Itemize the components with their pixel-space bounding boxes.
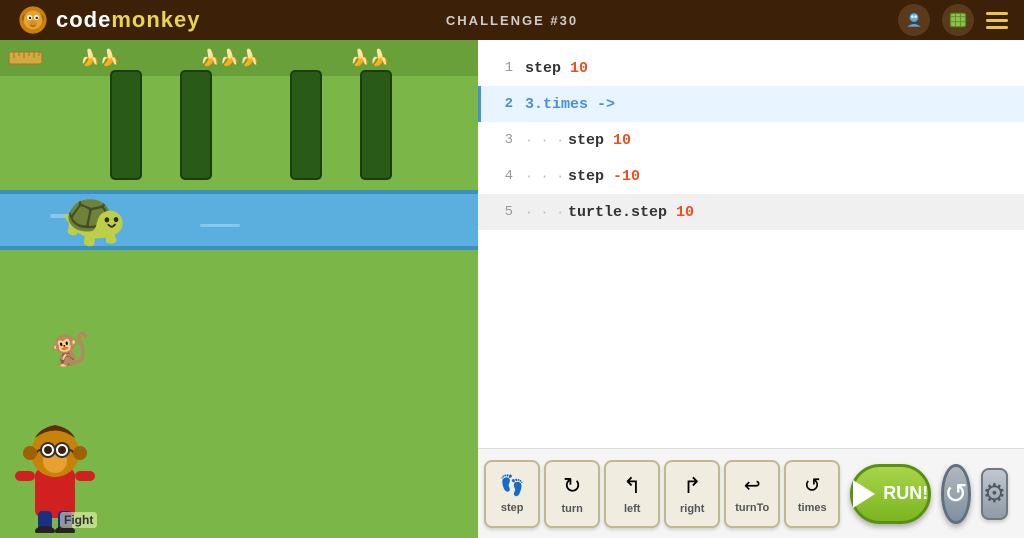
main-content: 🍌🍌 🍌🍌🍌 🍌🍌 🐢 🐒 [0,40,1024,538]
banana-cluster-left: 🍌🍌 [80,48,120,68]
right-icon: ↱ [683,473,701,499]
indent-dots-3: · · · [525,133,564,148]
run-button[interactable]: RUN! [850,464,931,524]
logo-code: code [56,7,111,32]
step-label: step [501,502,524,514]
banana-cluster-right: 🍌🍌 [350,48,390,68]
tree-3 [290,70,322,180]
reset-icon: ↺ [944,477,967,510]
code-line-3[interactable]: 3 · · · step 10 [478,122,1024,158]
left-button[interactable]: ↰ left [604,460,660,528]
avatar-button[interactable] [898,4,930,36]
code-content-2: 3.times -> [525,96,615,113]
code-line-5[interactable]: 5 · · · turtle.step 10 [478,194,1024,230]
right-label: right [680,503,704,515]
monkey-small-sprite: 🐒 [50,330,90,368]
game-panel: 🍌🍌 🍌🍌🍌 🍌🍌 🐢 🐒 [0,40,478,538]
kw-times: 3.times [525,96,597,113]
banana-cluster-center: 🍌🍌🍌 [200,48,260,68]
code-content-1: step 10 [525,60,588,77]
code-content-4: step -10 [568,168,640,185]
line-num-5: 5 [489,204,513,220]
map-button[interactable] [942,4,974,36]
kw-num-5: 10 [676,204,694,221]
fight-label: Fight [60,512,97,528]
left-label: left [624,503,641,515]
gear-icon: ⚙ [983,478,1006,509]
times-label: times [798,502,827,514]
logo-monkey-icon [16,3,50,37]
run-label: RUN! [883,483,928,504]
times-icon: ↺ [804,473,821,498]
bottom-toolbar: 👣 step ↻ turn ↰ left ↱ right ↩ tu [478,448,1024,538]
logo-text: codemonkey [56,7,201,33]
code-panel: 1 step 10 2 3.times -> 3 · · · step 10 [478,40,1024,538]
step-button[interactable]: 👣 step [484,460,540,528]
line-num-4: 4 [489,168,513,184]
menu-line-3 [986,26,1008,29]
indent-dots-5: · · · [525,205,564,220]
challenge-title: CHALLENGE #30 [446,13,578,28]
kw-num-3: 10 [613,132,631,149]
tree-1 [110,70,142,180]
command-buttons: 👣 step ↻ turn ↰ left ↱ right ↩ tu [484,460,840,528]
tree-4 [360,70,392,180]
kw-arrow: -> [597,96,615,113]
ruler-icon [8,49,43,67]
line-num-2: 2 [489,96,513,112]
reset-button[interactable]: ↺ [941,464,970,524]
header-right [898,4,1008,36]
play-triangle-icon [853,480,875,508]
left-icon: ↰ [623,473,641,499]
right-button[interactable]: ↱ right [664,460,720,528]
menu-line-2 [986,19,1008,22]
kw-num-1: 10 [570,60,588,77]
line-num-1: 1 [489,60,513,76]
kw-neg-4: -10 [613,168,640,185]
code-content-5: turtle.step 10 [568,204,694,221]
turn-button[interactable]: ↻ turn [544,460,600,528]
logo-monkey-text: monkey [111,7,200,32]
code-line-2[interactable]: 2 3.times -> [478,86,1024,122]
turnto-button[interactable]: ↩ turnTo [724,460,780,528]
code-line-1[interactable]: 1 step 10 [478,50,1024,86]
kw-step-4: step [568,168,613,185]
turn-icon: ↻ [563,473,581,499]
code-editor: 1 step 10 2 3.times -> 3 · · · step 10 [478,40,1024,448]
menu-line-1 [986,12,1008,15]
times-button[interactable]: ↺ times [784,460,840,528]
indent-dots-4: · · · [525,169,564,184]
turnto-icon: ↩ [744,473,761,498]
kw-step-1: step [525,60,570,77]
code-line-4[interactable]: 4 · · · step -10 [478,158,1024,194]
turtle-sprite: 🐢 [60,188,127,251]
kw-turtle-step: turtle.step [568,204,676,221]
turn-label: turn [562,503,583,515]
map-icon [948,10,968,30]
menu-button[interactable] [986,12,1008,29]
line-num-3: 3 [489,132,513,148]
tree-2 [180,70,212,180]
settings-button[interactable]: ⚙ [981,468,1008,520]
step-icon: 👣 [500,473,525,498]
code-content-3: step 10 [568,132,631,149]
turnto-label: turnTo [735,502,769,514]
header: codemonkey CHALLENGE #30 [0,0,1024,40]
kw-step-3: step [568,132,613,149]
logo-area: codemonkey [16,3,201,37]
avatar-icon [904,10,924,30]
